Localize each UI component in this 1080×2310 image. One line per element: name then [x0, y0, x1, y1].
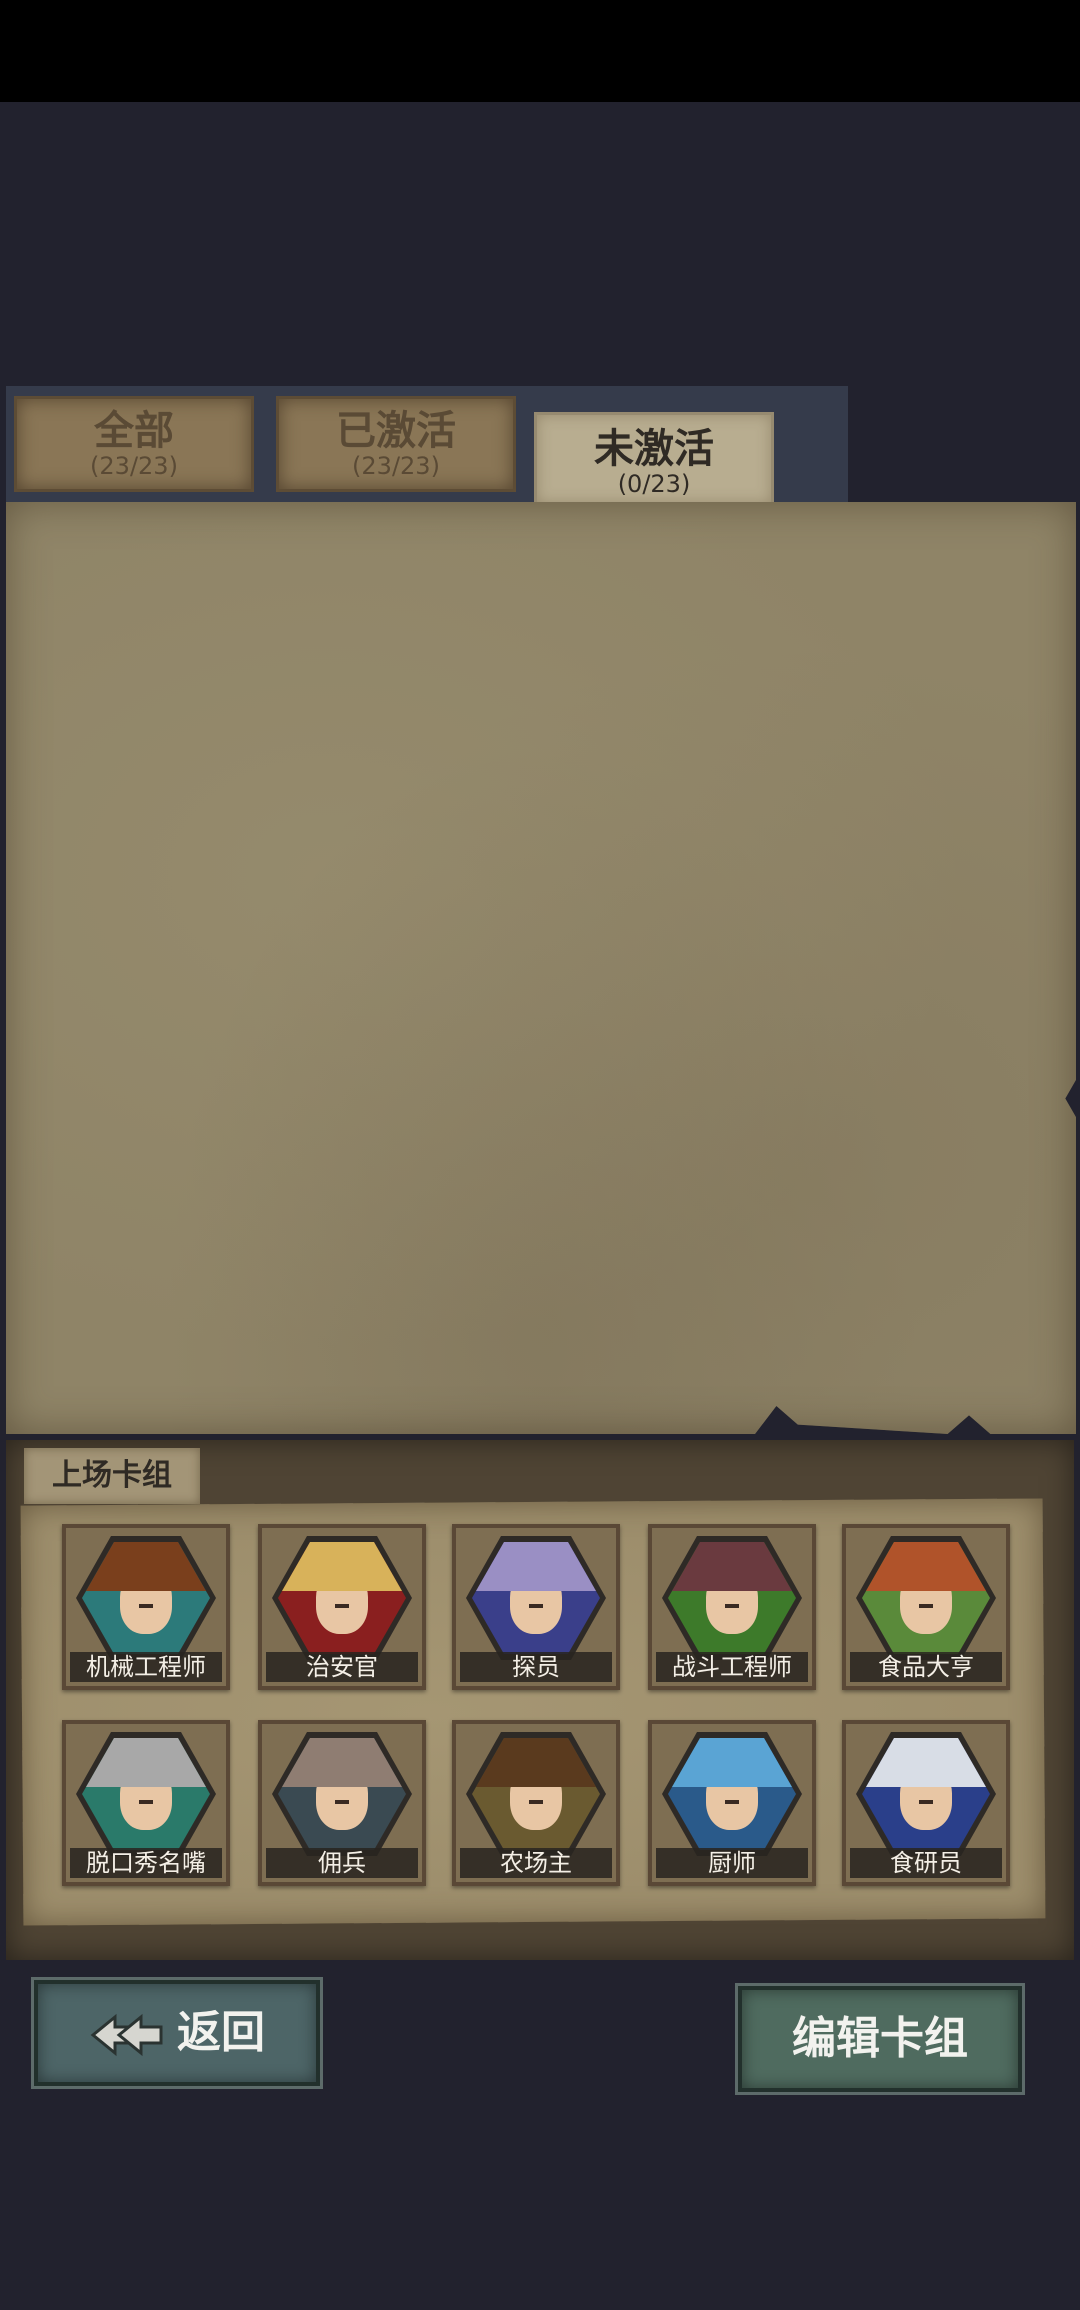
edit-deck-button-label: 编辑卡组 — [792, 2013, 968, 2064]
portrait-hair — [278, 1738, 406, 1788]
edit-deck-button[interactable]: 编辑卡组 — [735, 1983, 1025, 2095]
character-name: 探员 — [460, 1652, 612, 1682]
portrait-hair — [472, 1738, 600, 1788]
tab-all-count: (23/23) — [90, 452, 178, 480]
back-button[interactable]: 返回 — [31, 1977, 323, 2089]
character-card[interactable]: 战斗工程师 — [648, 1524, 816, 1690]
portrait-eyes — [724, 1603, 740, 1612]
tab-activated-label: 已激活 — [336, 408, 456, 454]
portrait-eyes — [918, 1603, 934, 1612]
character-card[interactable]: 治安官 — [258, 1524, 426, 1690]
character-name: 农场主 — [460, 1848, 612, 1878]
portrait-eyes — [528, 1603, 544, 1612]
portrait-hair — [862, 1542, 990, 1592]
double-arrow-left-icon — [90, 2013, 163, 2057]
card-list-panel — [6, 502, 1076, 1434]
portrait-hair — [862, 1738, 990, 1788]
tab-inactive-count: (0/23) — [617, 470, 691, 498]
tab-inactive-label: 未激活 — [594, 426, 714, 472]
portrait-eyes — [138, 1799, 154, 1808]
portrait-eyes — [334, 1603, 350, 1612]
deck-label: 上场卡组 — [24, 1448, 200, 1504]
character-name: 战斗工程师 — [656, 1652, 808, 1682]
portrait-hair — [278, 1542, 406, 1592]
character-card[interactable]: 探员 — [452, 1524, 620, 1690]
status-bar — [0, 0, 1080, 102]
portrait-hair — [668, 1542, 796, 1592]
character-name: 厨师 — [656, 1848, 808, 1878]
character-card[interactable]: 食品大亨 — [842, 1524, 1010, 1690]
character-name: 佣兵 — [266, 1848, 418, 1878]
tab-all[interactable]: 全部 (23/23) — [14, 396, 254, 492]
portrait-eyes — [138, 1603, 154, 1612]
character-card[interactable]: 食研员 — [842, 1720, 1010, 1886]
portrait-eyes — [724, 1799, 740, 1808]
tab-activated[interactable]: 已激活 (23/23) — [276, 396, 516, 492]
back-button-label: 返回 — [177, 2007, 265, 2058]
character-card[interactable]: 脱口秀名嘴 — [62, 1720, 230, 1886]
character-name: 机械工程师 — [70, 1652, 222, 1682]
portrait-hair — [82, 1542, 210, 1592]
tab-activated-count: (23/23) — [352, 452, 440, 480]
character-name: 脱口秀名嘴 — [70, 1848, 222, 1878]
tab-inactive[interactable]: 未激活 (0/23) — [534, 412, 774, 506]
character-card[interactable]: 佣兵 — [258, 1720, 426, 1886]
portrait-eyes — [334, 1799, 350, 1808]
character-name: 食研员 — [850, 1848, 1002, 1878]
portrait-hair — [82, 1738, 210, 1788]
portrait-hair — [472, 1542, 600, 1592]
character-name: 治安官 — [266, 1652, 418, 1682]
character-card[interactable]: 机械工程师 — [62, 1524, 230, 1690]
character-card[interactable]: 厨师 — [648, 1720, 816, 1886]
character-card[interactable]: 农场主 — [452, 1720, 620, 1886]
character-name: 食品大亨 — [850, 1652, 1002, 1682]
portrait-hair — [668, 1738, 796, 1788]
tab-all-label: 全部 — [94, 408, 174, 454]
portrait-eyes — [918, 1799, 934, 1808]
portrait-eyes — [528, 1799, 544, 1808]
